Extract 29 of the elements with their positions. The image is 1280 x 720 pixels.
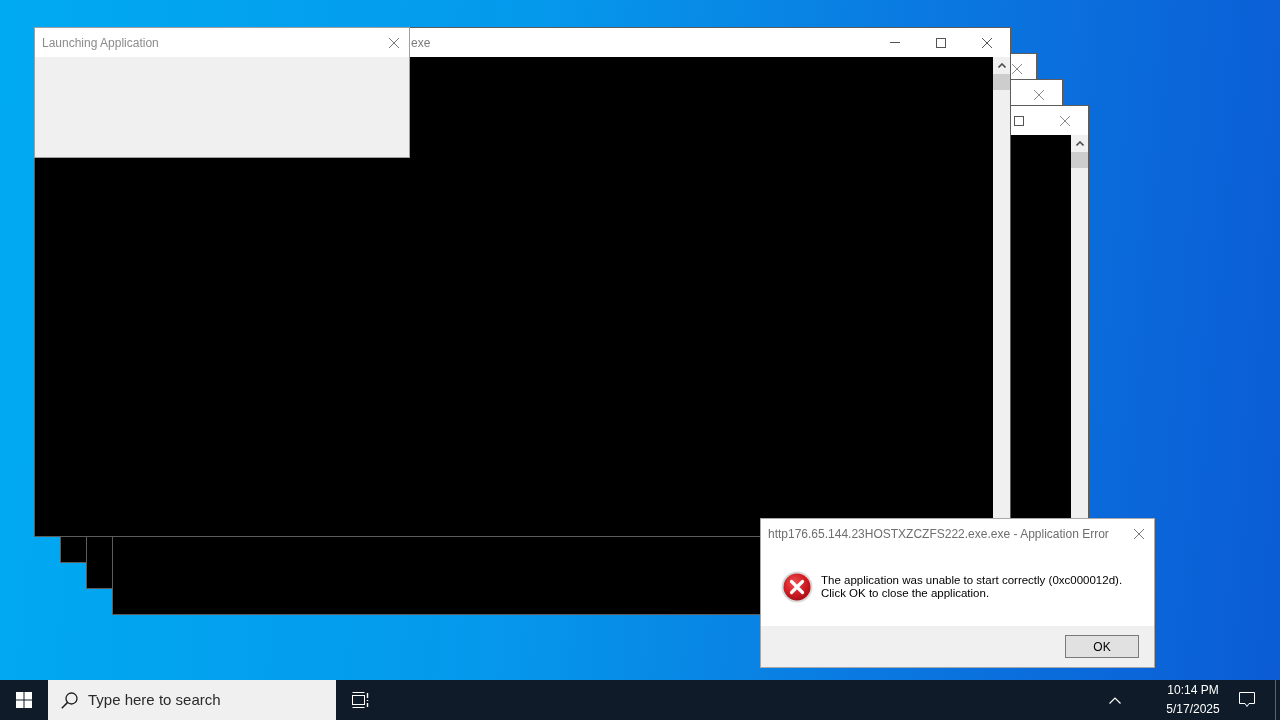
scrollbar-thumb[interactable] bbox=[993, 74, 1010, 90]
close-icon bbox=[982, 37, 992, 48]
error-icon bbox=[781, 571, 813, 603]
minimize-icon bbox=[890, 42, 900, 43]
clock-date: 5/17/2025 bbox=[1166, 701, 1220, 718]
clock-time: 10:14 PM bbox=[1167, 682, 1219, 699]
clock-button[interactable]: 10:14 PM 5/17/2025 bbox=[1163, 680, 1223, 720]
error-message: The application was unable to start correctly (0xc000012d). Click OK to close the application. bbox=[821, 574, 1123, 600]
chevron-up-icon bbox=[997, 63, 1006, 68]
window-title: Launching Application bbox=[41, 34, 159, 52]
windows-logo-icon bbox=[16, 692, 32, 708]
search-bar[interactable]: Type here to search bbox=[48, 680, 336, 720]
search-icon bbox=[61, 691, 78, 709]
dialog-title: http176.65.144.23HOSTXZCZFS222.exe.exe - Application Error bbox=[767, 525, 1109, 543]
speech-bubble-icon bbox=[1239, 692, 1255, 708]
window-title: exe bbox=[411, 34, 431, 52]
scrollbar-thumb[interactable] bbox=[1071, 152, 1088, 168]
chevron-up-icon bbox=[1075, 141, 1084, 146]
close-icon bbox=[1134, 528, 1144, 539]
close-icon bbox=[389, 37, 399, 48]
maximize-icon bbox=[936, 37, 946, 48]
close-icon bbox=[1034, 89, 1044, 100]
task-view-icon bbox=[351, 692, 369, 708]
chevron-up-icon bbox=[1109, 696, 1121, 704]
ok-button[interactable]: OK bbox=[1065, 635, 1139, 658]
maximize-icon bbox=[1014, 115, 1024, 126]
close-icon bbox=[1060, 115, 1070, 126]
search-field[interactable]: Type here to search bbox=[88, 688, 336, 712]
close-icon bbox=[1012, 63, 1022, 74]
